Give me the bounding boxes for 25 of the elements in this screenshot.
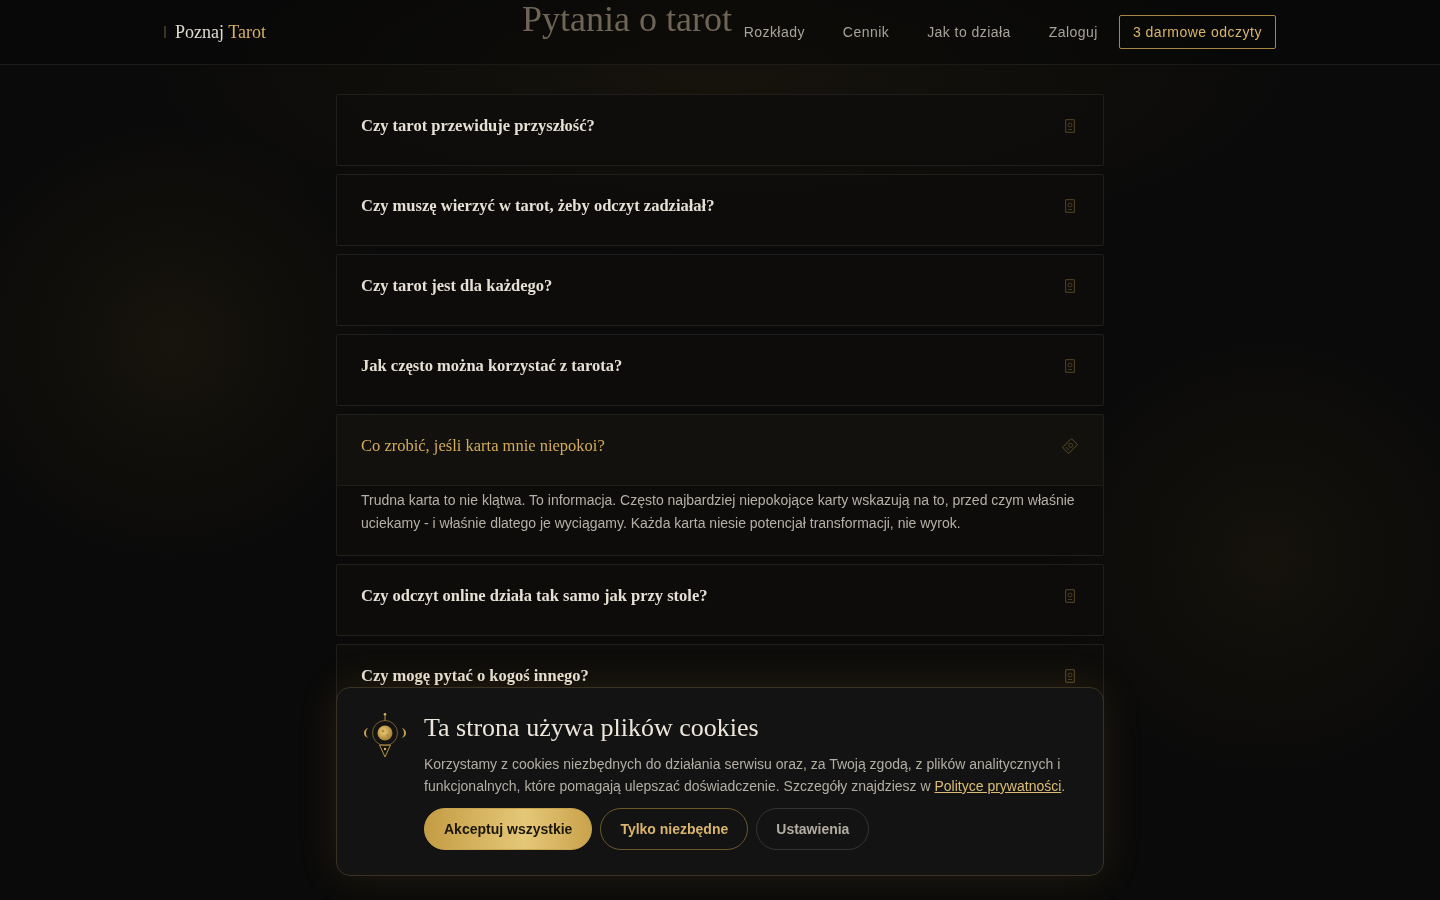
faq-answer: Trudna karta to nie klątwa. To informacja. Często najbardziej niepokojące karty wskazują na to, przed czym właśnie uciekamy - i właśnie dlatego je wyciągamy. Każda karta niesie potencjał transformacji, nie wyrok. <box>360 491 1076 533</box>
nav-link[interactable]: Cennik <box>842 15 890 49</box>
faq-question[interactable]: Czy tarot jest dla każdego? <box>361 276 1075 296</box>
faq-question[interactable]: Jak często można korzystać z tarota? <box>361 356 1075 376</box>
nav-link[interactable]: Zaloguj <box>1048 15 1098 49</box>
moon-emblem-icon <box>362 712 408 758</box>
card-icon <box>1065 199 1075 213</box>
section-heading: Pytania o tarot <box>522 0 732 38</box>
card-icon <box>1065 119 1075 133</box>
card-icon <box>1065 279 1075 293</box>
nav-link[interactable]: Rozkłady <box>743 15 805 49</box>
card-icon <box>1065 669 1075 683</box>
card-icon <box>1065 589 1075 603</box>
faq-question[interactable]: Czy odczyt online działa tak samo jak przy stole? <box>361 586 1075 606</box>
free-readings-button[interactable]: 3 darmowe odczyty <box>1118 15 1276 49</box>
faq-question[interactable]: Czy muszę wierzyć w tarot, żeby odczyt zadziałał? <box>361 196 1075 216</box>
cookie-text: Korzystamy z cookies niezbędnych do działania serwisu oraz, za Twoją zgodą, z plików analitycznych i funkcjonalnych, które pomagają ulepszać doświadczenie. Szczegóły znajdziesz w Polityce prywatności. <box>424 755 1067 796</box>
faq-question[interactable]: Czy mogę pytać o kogoś innego? <box>361 666 1075 686</box>
card-icon <box>1061 437 1079 455</box>
card-icon <box>1065 359 1075 373</box>
cookie-title: Ta strona używa plików cookies <box>424 712 760 744</box>
accept-all-button[interactable]: Akceptuj wszystkie <box>424 808 593 850</box>
faq-question[interactable]: Czy tarot przewiduje przyszłość? <box>361 116 1075 136</box>
site-logo[interactable]: Poznaj Tarot <box>175 18 266 46</box>
nav-link[interactable]: Jak to działa <box>927 15 1011 49</box>
